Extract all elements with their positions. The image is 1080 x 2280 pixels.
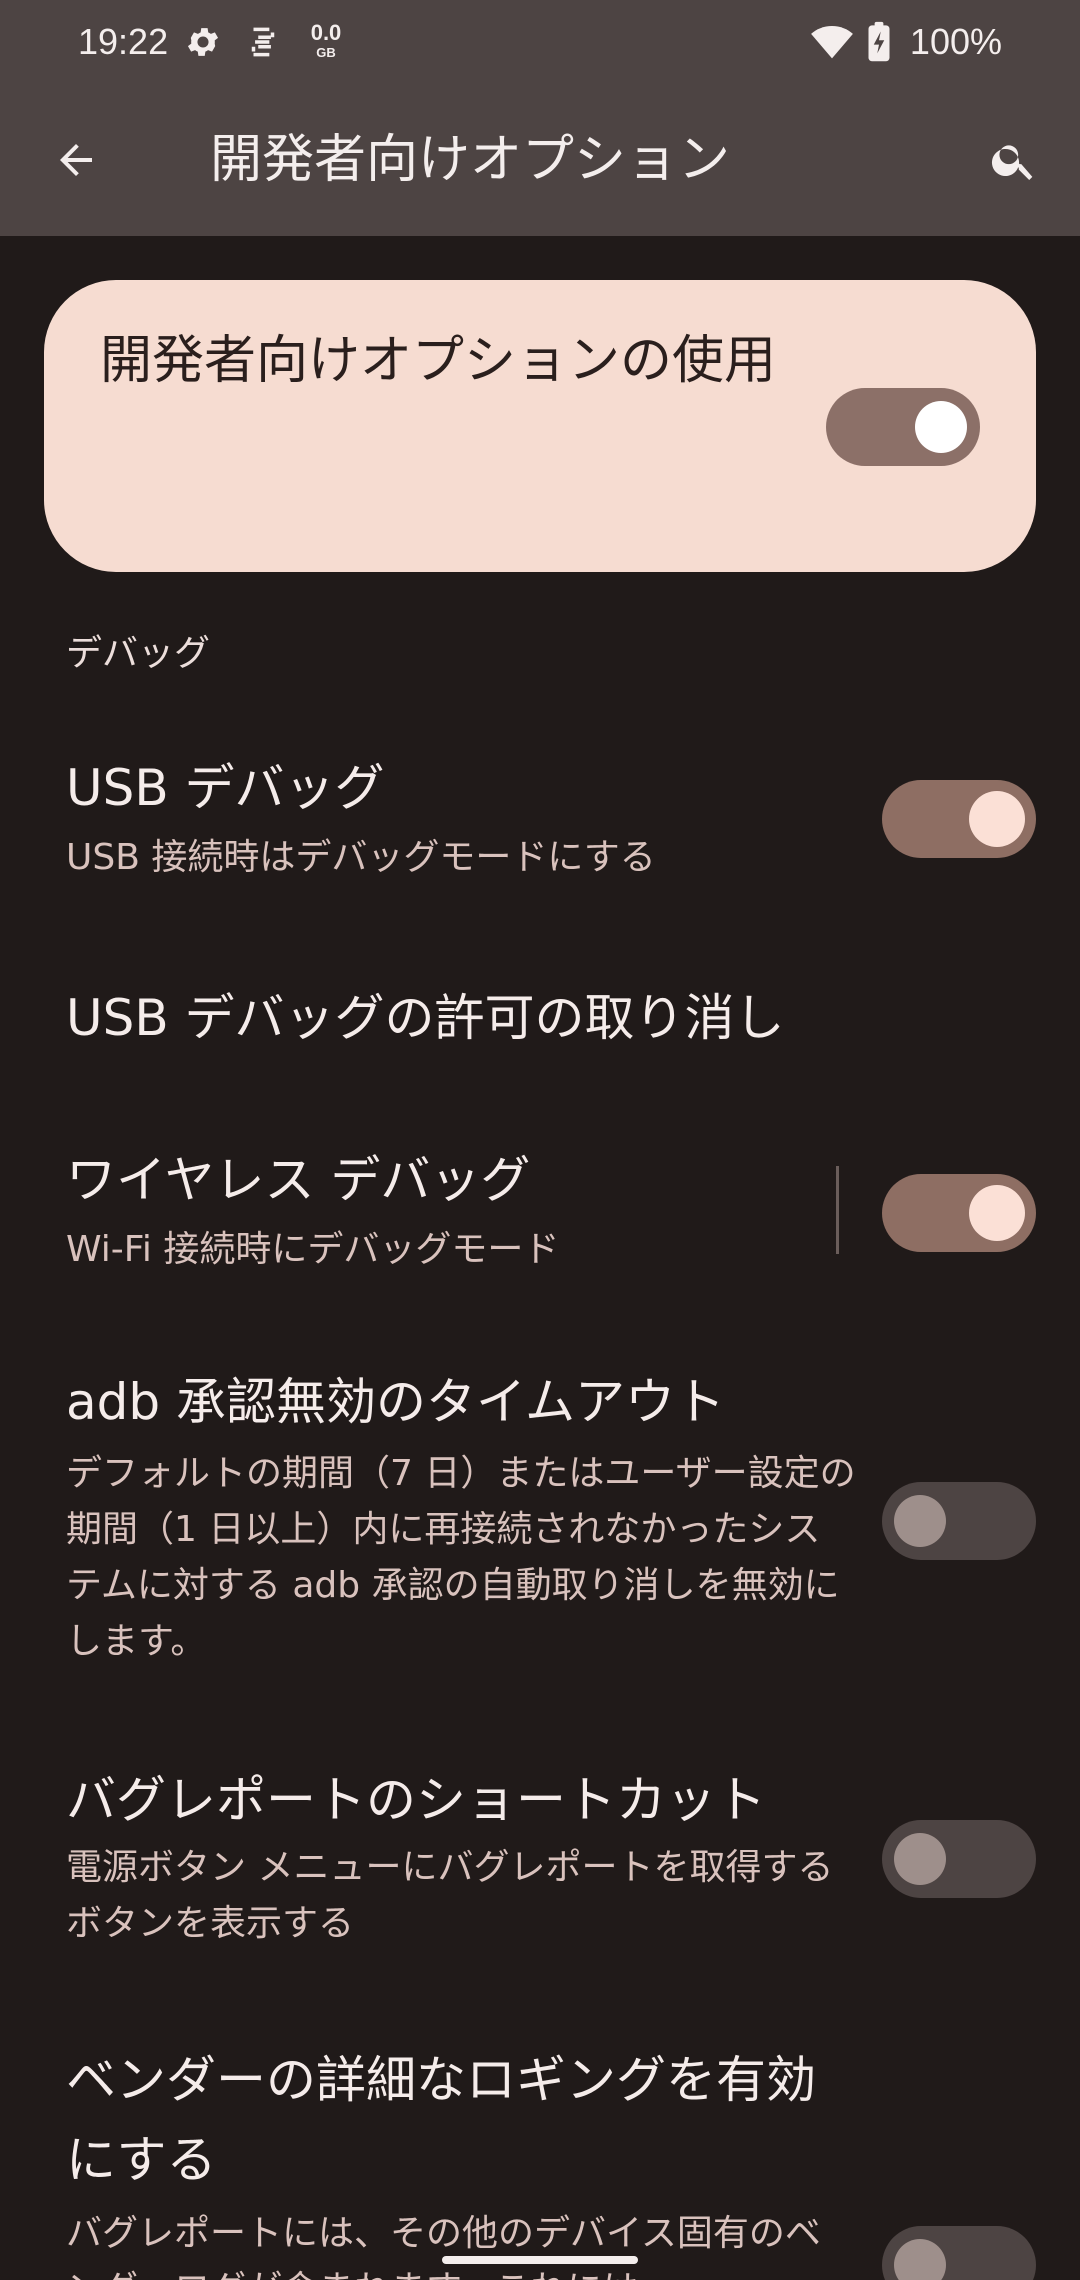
list-item-revoke-usb-debugging[interactable]: USB デバッグの許可の取り消し [0, 960, 1080, 1070]
page-title: 開発者向けオプション [210, 130, 731, 190]
usb-debugging-toggle[interactable] [882, 780, 1036, 858]
app-bar: 開発者向けオプション [0, 84, 1080, 236]
status-time: 19:22 [78, 21, 169, 62]
vpn-key-icon [244, 20, 282, 64]
data-usage-unit: GB [316, 45, 336, 60]
item-title: ベンダーの詳細なロギングを有効にする [66, 2051, 816, 2189]
list-item-wireless-debugging[interactable]: ワイヤレス デバッグ Wi-Fi 接続時にデバッグモード [0, 1132, 1080, 1282]
item-summary: 電源ボタン メニューにバグレポートを取得するボタンを表示する [66, 1847, 834, 1944]
item-summary: USB 接続時はデバッグモードにする [66, 837, 656, 878]
item-title: adb 承認無効のタイムアウト [66, 1373, 726, 1431]
main-switch-card[interactable]: 開発者向けオプションの使用 [44, 280, 1036, 572]
adb-auth-timeout-toggle[interactable] [882, 1482, 1036, 1560]
battery-percent: 100% [909, 21, 1002, 62]
main-switch-label: 開発者向けオプションの使用 [100, 331, 777, 391]
search-icon [991, 145, 1033, 180]
top-bar: 19:22 0.0 GB 100% 開発者向けオプション [0, 0, 1080, 236]
section-header-debug: デバッグ [66, 633, 211, 674]
switch-thumb [894, 1495, 946, 1547]
arrow-back-icon [60, 144, 92, 176]
gesture-navigation-bar[interactable] [442, 2256, 638, 2264]
switch-thumb [894, 2239, 946, 2280]
divider [836, 1166, 839, 1254]
switch-thumb [894, 1833, 946, 1885]
status-bar: 19:22 0.0 GB 100% [0, 0, 1080, 84]
data-usage-value: 0.0 [310, 20, 342, 45]
switch-thumb [969, 791, 1025, 847]
battery-charging-icon [866, 20, 892, 64]
item-summary: Wi-Fi 接続時にデバッグモード [66, 1229, 560, 1270]
item-title: バグレポートのショートカット [66, 1771, 766, 1829]
back-button[interactable] [38, 122, 114, 198]
list-item-adb-auth-timeout[interactable]: adb 承認無効のタイムアウト デフォルトの期間（7 日）またはユーザー設定の期… [0, 1364, 1080, 1674]
search-button[interactable] [976, 122, 1052, 198]
vendor-logging-toggle[interactable] [882, 2226, 1036, 2280]
settings-gear-icon [184, 20, 222, 64]
item-summary: デフォルトの期間（7 日）またはユーザー設定の期間（1 日以上）内に再接続されな… [66, 1453, 856, 1662]
wifi-icon [810, 20, 854, 64]
main-switch-toggle[interactable] [826, 388, 980, 466]
list-item-bugreport-shortcut[interactable]: バグレポートのショートカット 電源ボタン メニューにバグレポートを取得するボタン… [0, 1762, 1080, 1962]
item-title: ワイヤレス デバッグ [66, 1151, 531, 1209]
data-usage-indicator: 0.0 GB [306, 22, 346, 62]
list-item-vendor-logging[interactable]: ベンダーの詳細なロギングを有効にする バグレポートには、その他のデバイス固有のベ… [0, 2040, 1080, 2280]
item-title: USB デバッグ [66, 759, 385, 817]
wireless-debugging-toggle[interactable] [882, 1174, 1036, 1252]
list-item-usb-debugging[interactable]: USB デバッグ USB 接続時はデバッグモードにする [0, 740, 1080, 890]
item-title: USB デバッグの許可の取り消し [66, 989, 785, 1047]
switch-thumb [969, 1185, 1025, 1241]
screen: 19:22 0.0 GB 100% 開発者向けオプション 開発者向けオプションの… [0, 0, 1080, 2280]
item-summary: バグレポートには、その他のデバイス固有のベンダーログが含まれます。これには [66, 2213, 821, 2280]
switch-thumb [915, 401, 967, 453]
bugreport-shortcut-toggle[interactable] [882, 1820, 1036, 1898]
